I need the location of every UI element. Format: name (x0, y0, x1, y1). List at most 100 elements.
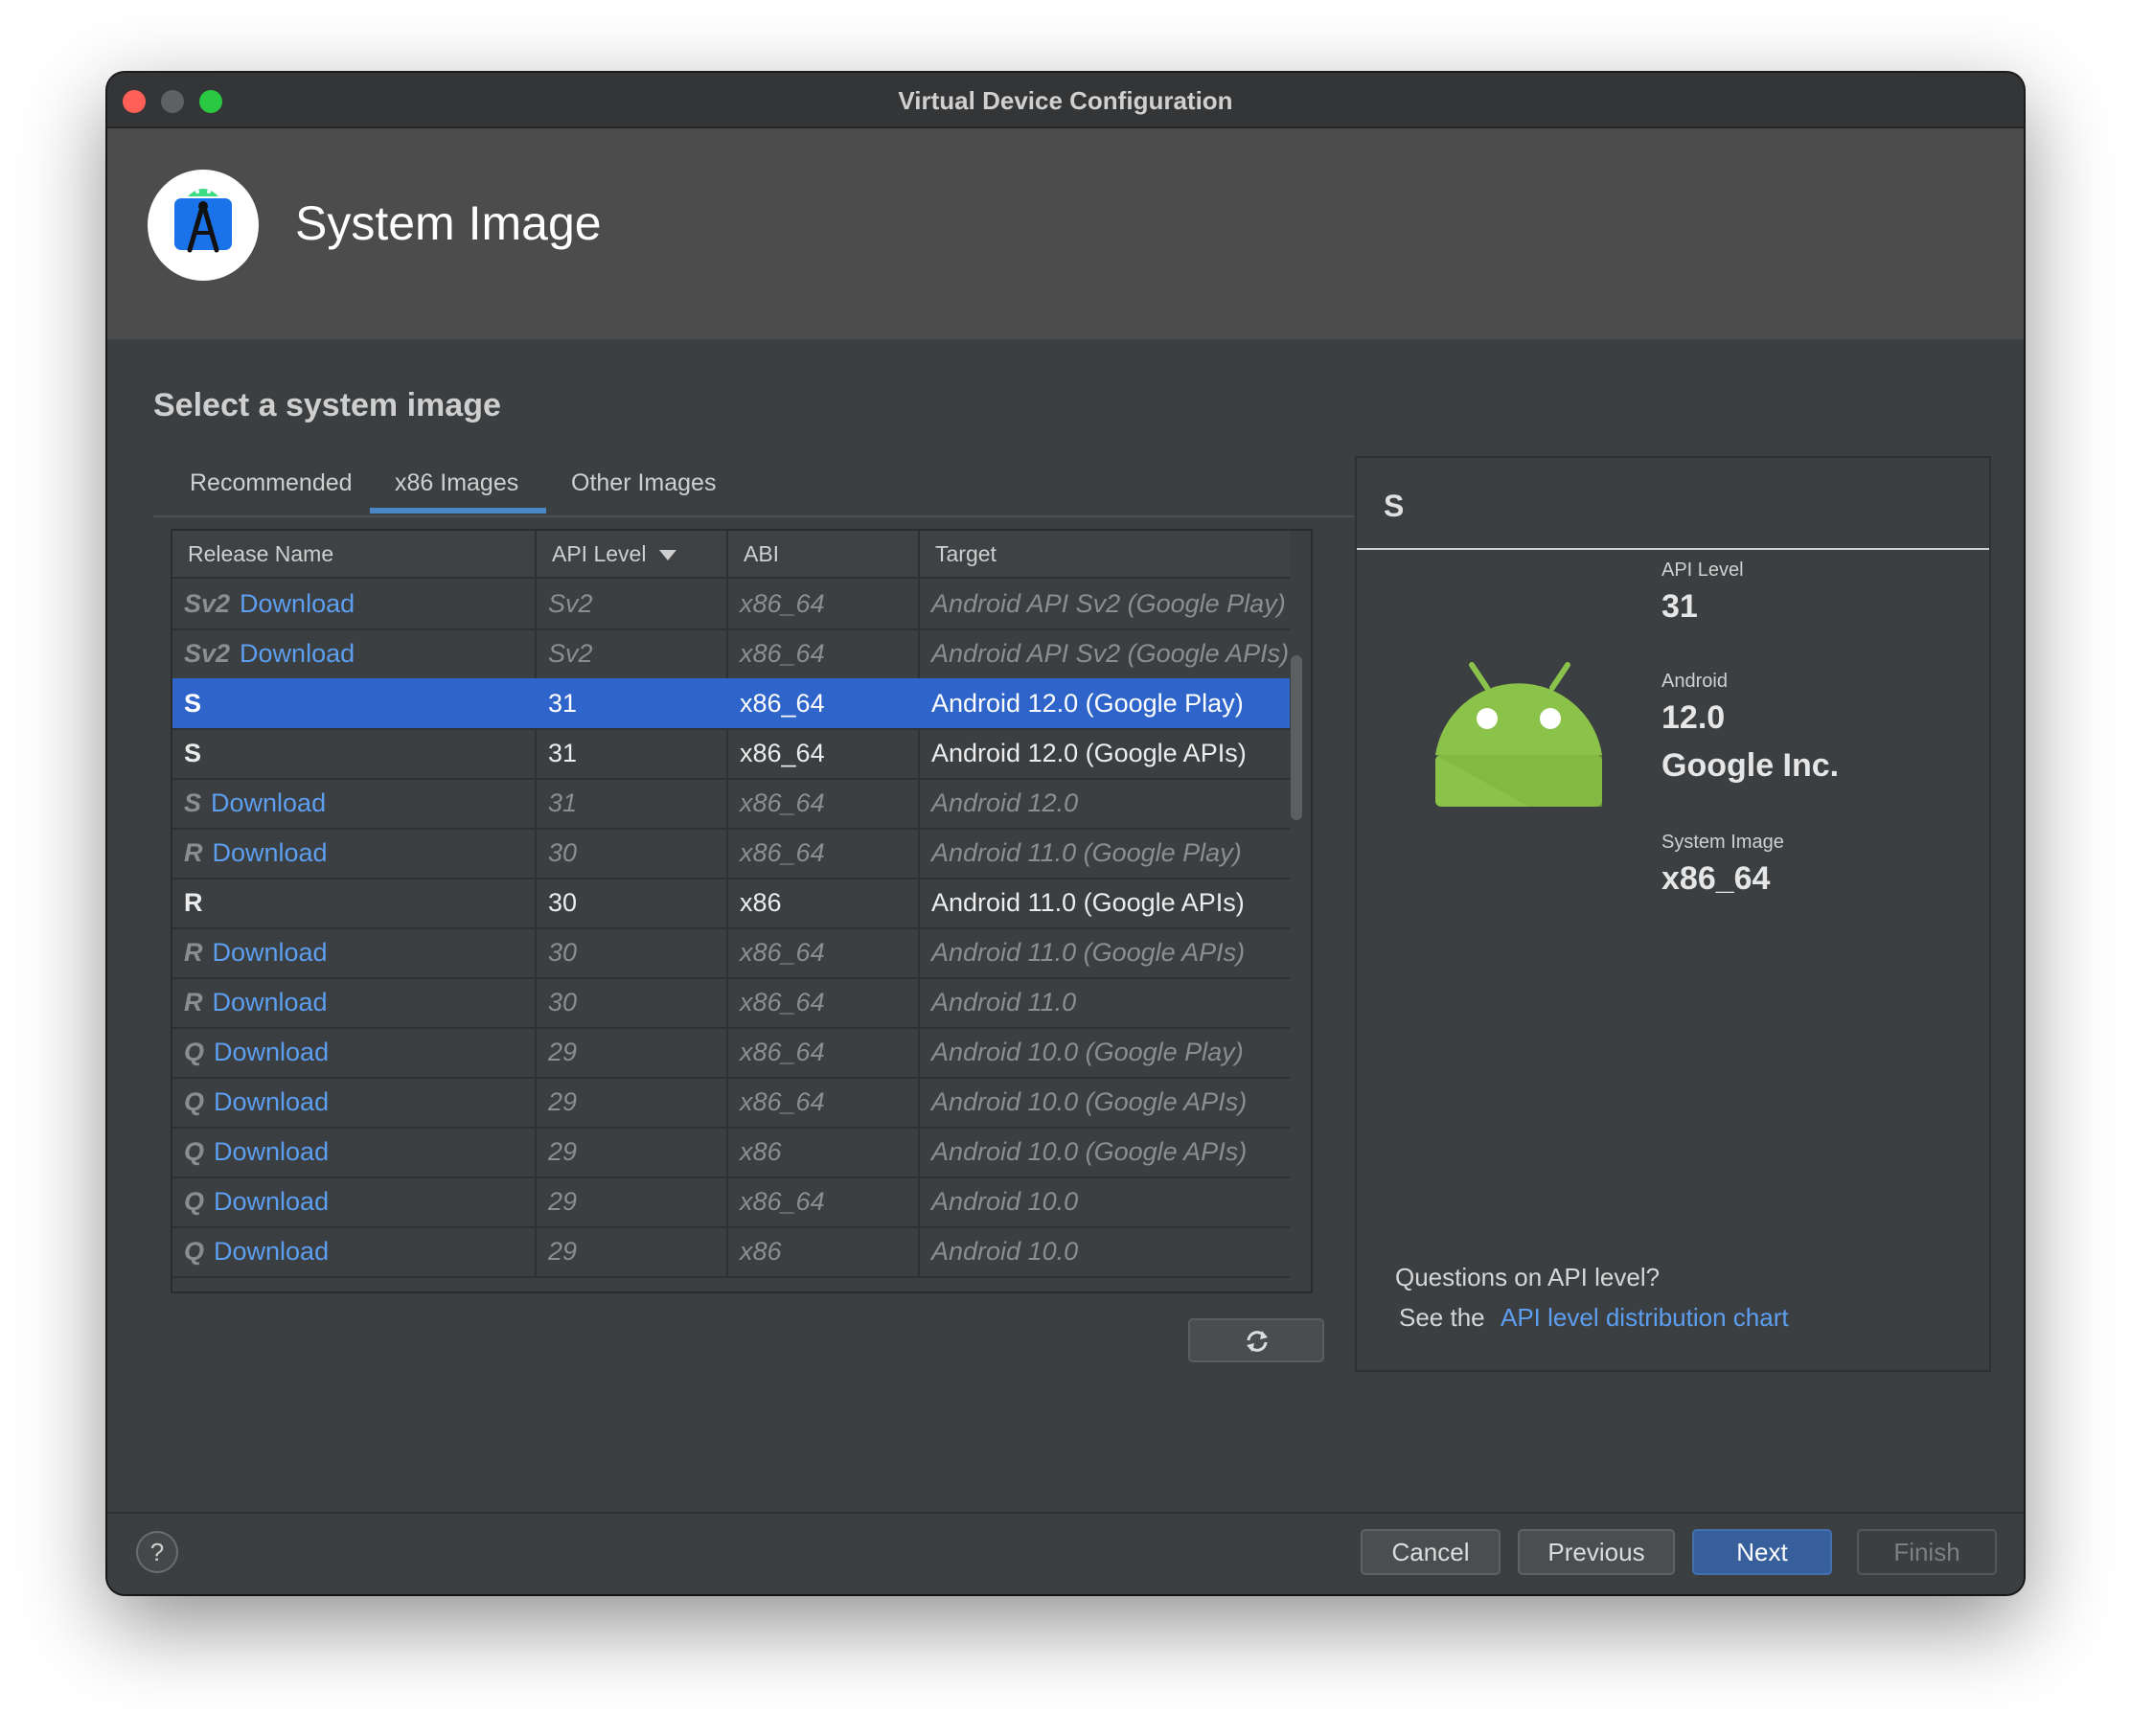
finish-button[interactable]: Finish (1857, 1529, 1997, 1575)
download-link[interactable]: Download (214, 1038, 329, 1066)
system-image-detail-panel: S API Level 31 Android 12.0 Google Inc. … (1355, 456, 1991, 1372)
api-level-cell: 29 (537, 1027, 728, 1077)
target-cell: Android 10.0 (931, 1187, 1079, 1216)
download-link[interactable]: Download (213, 938, 328, 967)
refresh-button[interactable] (1188, 1318, 1324, 1362)
api-level-cell: 29 (537, 1127, 728, 1176)
download-link[interactable]: Download (213, 838, 328, 867)
table-row[interactable]: Q Download 29 x86 Android 10.0 (172, 1226, 1290, 1278)
column-header-target[interactable]: Target (920, 531, 1290, 577)
android-robot-icon (1435, 662, 1602, 807)
previous-button[interactable]: Previous (1518, 1529, 1675, 1575)
release-name-cell: S Download (172, 778, 537, 828)
release-name: Q (184, 1137, 205, 1166)
tab-x86-images[interactable]: x86 Images (370, 469, 546, 514)
abi-cell: x86 (728, 1127, 920, 1176)
table-header: Release Name API Level ABI Target (172, 531, 1290, 579)
release-name-cell: R Download (172, 828, 537, 878)
abi-cell: x86_64 (728, 728, 920, 778)
download-link[interactable]: Download (211, 788, 326, 817)
target-cell: Android 10.0 (Google Play) (931, 1038, 1244, 1066)
release-name: Q (184, 1187, 205, 1216)
download-link[interactable]: Download (240, 589, 355, 618)
table-row[interactable]: Q Download 29 x86 Android 10.0 (Google APIs) (172, 1127, 1290, 1178)
next-button[interactable]: Next (1692, 1529, 1832, 1575)
system-image-table: Release Name API Level ABI Target Sv2 Dow… (171, 529, 1313, 1293)
api-level-cell: 30 (537, 878, 728, 927)
api-level-cell: 31 (537, 728, 728, 778)
download-link[interactable]: Download (214, 1087, 329, 1116)
table-row[interactable]: R Download 30 x86_64 Android 11.0 (Google AP… (172, 927, 1290, 979)
table-row[interactable]: R Download 30 x86_64 Android 11.0 (172, 977, 1290, 1029)
table-row[interactable]: Sv2 Download Sv2 x86_64 Android API Sv2 (Goo… (172, 628, 1290, 680)
android-version-value: 12.0 (1661, 699, 1726, 736)
download-link[interactable]: Download (214, 1137, 329, 1166)
api-distribution-chart-link[interactable]: API level distribution chart (1501, 1303, 1789, 1333)
target-cell: Android 11.0 (931, 988, 1077, 1016)
table-row[interactable]: Q Download 29 x86_64 Android 10.0 (172, 1176, 1290, 1228)
target-cell: Android 11.0 (Google APIs) (931, 938, 1246, 967)
release-name-cell: R (172, 878, 537, 927)
target-cell: Android 10.0 (931, 1237, 1079, 1266)
api-level-cell: 29 (537, 1226, 728, 1276)
table-row[interactable]: Q Download 29 x86_64 Android 10.0 (Google Pl… (172, 1027, 1290, 1079)
target-cell: Android 10.0 (Google APIs) (931, 1087, 1248, 1116)
table-row[interactable]: S 31 x86_64 Android 12.0 (Google Play) (172, 678, 1290, 730)
help-button[interactable]: ? (136, 1531, 178, 1573)
release-name: Sv2 (184, 639, 231, 668)
release-name: R (184, 888, 203, 917)
system-image-label: System Image (1661, 832, 1784, 853)
wizard-header: System Image (107, 128, 2024, 339)
download-link[interactable]: Download (213, 988, 328, 1016)
detail-release-name: S (1384, 489, 1405, 523)
release-name: R (184, 938, 203, 967)
target-cell: Android API Sv2 (Google APIs) (931, 639, 1290, 668)
table-row[interactable]: S Download 31 x86_64 Android 12.0 (172, 778, 1290, 830)
column-header-abi[interactable]: ABI (728, 531, 920, 577)
tab-recommended[interactable]: Recommended (190, 469, 370, 514)
download-link[interactable]: Download (214, 1237, 329, 1266)
download-link[interactable]: Download (214, 1187, 329, 1216)
section-title: Select a system image (153, 387, 501, 423)
api-level-cell: 31 (537, 778, 728, 828)
release-name: Sv2 (184, 589, 231, 618)
virtual-device-configuration-window: Virtual Device Configuration System Imag… (107, 73, 2024, 1594)
api-level-cell: Sv2 (537, 628, 728, 678)
release-name: S (184, 689, 202, 718)
download-link[interactable]: Download (240, 639, 355, 668)
cancel-button[interactable]: Cancel (1361, 1529, 1501, 1575)
column-header-api-level[interactable]: API Level (537, 531, 728, 577)
table-row[interactable]: Q Download 29 x86_64 Android 10.0 (Google AP… (172, 1077, 1290, 1129)
see-the-text: See the (1399, 1303, 1485, 1332)
api-level-cell: 29 (537, 1176, 728, 1226)
api-level-cell: 29 (537, 1077, 728, 1127)
target-cell: Android API Sv2 (Google Play) (931, 589, 1286, 618)
title-bar: Virtual Device Configuration (107, 73, 2024, 128)
android-studio-logo-icon (148, 170, 259, 281)
tab-other-images[interactable]: Other Images (571, 469, 744, 514)
release-name: S (184, 788, 202, 817)
table-row[interactable]: Sv2 Download Sv2 x86_64 Android API Sv2 (Goo… (172, 579, 1290, 630)
android-label: Android (1661, 671, 1728, 692)
sort-descending-icon (659, 550, 677, 561)
abi-cell: x86_64 (728, 1176, 920, 1226)
table-row[interactable]: S 31 x86_64 Android 12.0 (Google APIs) (172, 728, 1290, 780)
abi-cell: x86 (728, 878, 920, 927)
table-scrollbar[interactable] (1291, 655, 1302, 820)
api-level-cell: 30 (537, 828, 728, 878)
table-row[interactable]: R 30 x86 Android 11.0 (Google APIs) (172, 878, 1290, 929)
target-cell: Android 12.0 (931, 788, 1079, 817)
release-name: R (184, 838, 203, 867)
system-image-value: x86_64 (1661, 860, 1771, 897)
target-cell: Android 12.0 (Google Play) (931, 689, 1244, 718)
abi-cell: x86_64 (728, 1077, 920, 1127)
column-header-release-name[interactable]: Release Name (172, 531, 537, 577)
release-name-cell: R Download (172, 927, 537, 977)
release-name: Q (184, 1087, 205, 1116)
table-row[interactable]: R Download 30 x86_64 Android 11.0 (Google Pl… (172, 828, 1290, 879)
abi-cell: x86_64 (728, 678, 920, 728)
api-level-cell: 30 (537, 927, 728, 977)
release-name-cell: R Download (172, 977, 537, 1027)
footer-divider (107, 1512, 2024, 1514)
abi-cell: x86_64 (728, 628, 920, 678)
